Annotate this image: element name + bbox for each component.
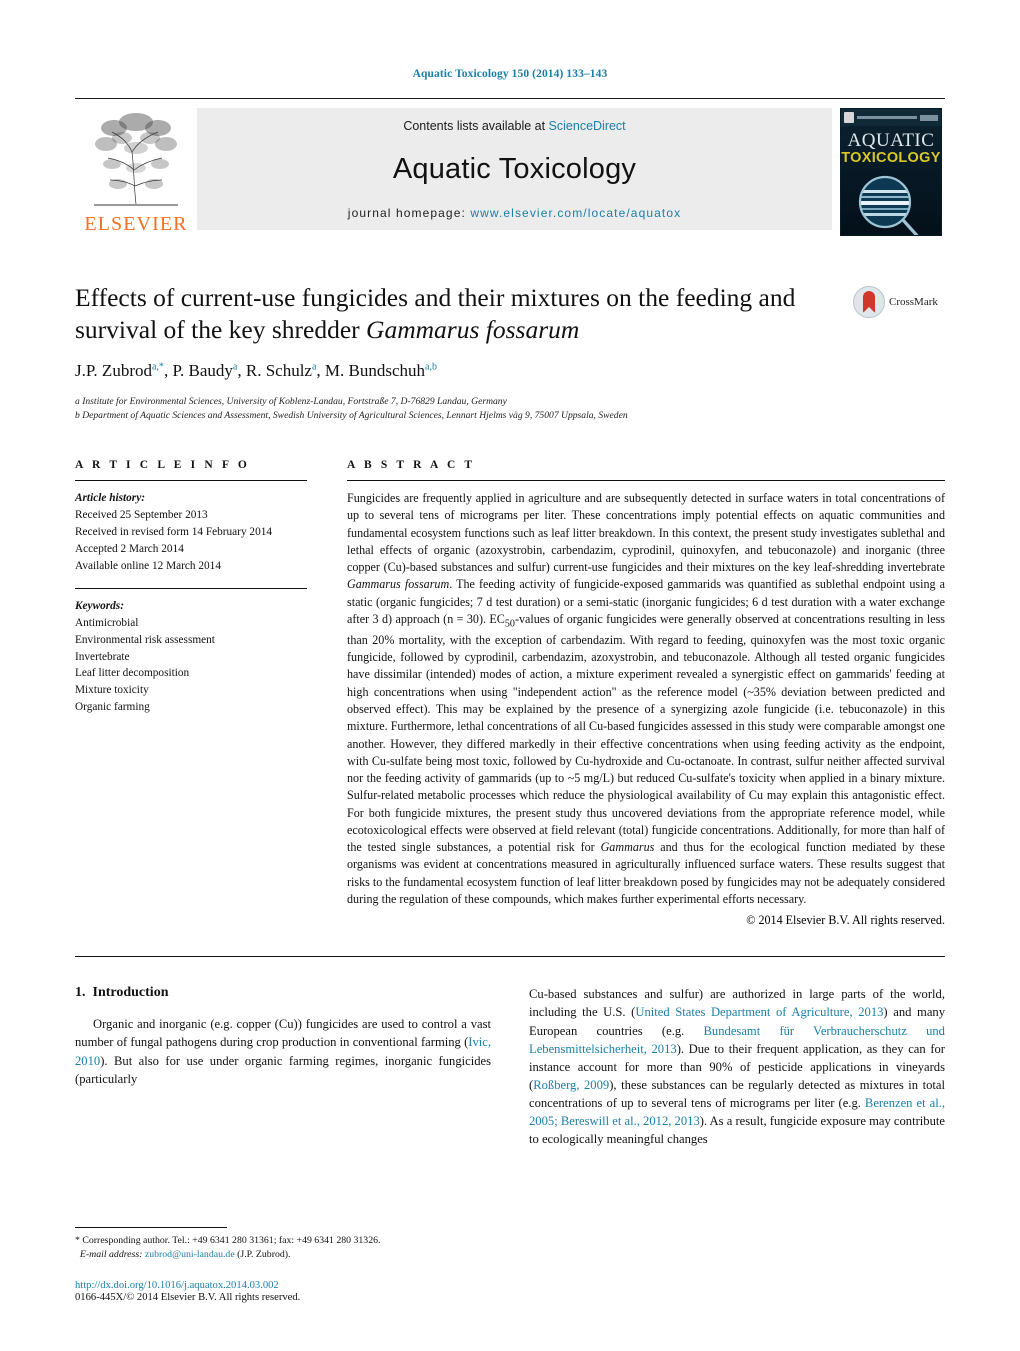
body-left-column: 1. Introduction Organic and inorganic (e…: [75, 985, 491, 1148]
homepage-url-link[interactable]: www.elsevier.com/locate/aquatox: [470, 206, 681, 220]
elsevier-tree-icon: [94, 113, 178, 206]
affiliation-list: a Institute for Environmental Sciences, …: [75, 395, 841, 423]
journal-masthead: ELSEVIER Contents lists available at Sci…: [75, 98, 945, 236]
email-link[interactable]: zubrod@uni-landau.de: [145, 1249, 235, 1260]
corresponding-author-text: Corresponding author. Tel.: +49 6341 280…: [82, 1234, 381, 1246]
footnote-area: * Corresponding author. Tel.: +49 6341 2…: [75, 1226, 485, 1303]
footnote-marker: *: [75, 1234, 80, 1246]
info-abstract-section: A R T I C L E I N F O Article history: R…: [75, 459, 945, 928]
body-right-column: Cu-based substances and sulfur) are auth…: [529, 985, 945, 1148]
journal-homepage-line: journal homepage: www.elsevier.com/locat…: [348, 206, 681, 220]
article-page: Aquatic Toxicology 150 (2014) 133–143 EL…: [0, 0, 1020, 1351]
body-columns: 1. Introduction Organic and inorganic (e…: [75, 985, 945, 1148]
keyword-item: Invertebrate: [75, 650, 130, 663]
elsevier-wordmark: ELSEVIER: [84, 213, 188, 235]
article-info-column: A R T I C L E I N F O Article history: R…: [75, 459, 307, 928]
keyword-item: Leaf litter decomposition: [75, 667, 190, 680]
abstract-column: A B S T R A C T Fungicides are frequentl…: [347, 459, 945, 928]
footnote-divider: [75, 1226, 227, 1228]
affiliation-b: b Department of Aquatic Sciences and Ass…: [75, 410, 628, 422]
abstract-seg-3: -values of organic fungicides were gener…: [347, 612, 945, 855]
cover-title-line1: AQUATIC: [847, 130, 935, 151]
article-history-block: Article history: Received 25 September 2…: [75, 490, 307, 575]
masthead-center: Contents lists available at ScienceDirec…: [197, 108, 832, 230]
article-info-heading: A R T I C L E I N F O: [75, 459, 250, 472]
abstract-text: Fungicides are frequently applied in agr…: [347, 490, 945, 908]
divider: [75, 480, 307, 482]
running-head: Aquatic Toxicology 150 (2014) 133–143: [412, 68, 608, 80]
contents-list-line: Contents lists available at ScienceDirec…: [403, 119, 625, 133]
elsevier-logo: ELSEVIER: [75, 108, 197, 236]
journal-title: Aquatic Toxicology: [392, 153, 637, 185]
cover-elsevier-icon: [844, 112, 854, 123]
affiliation-a: a Institute for Environmental Sciences, …: [75, 396, 507, 408]
history-received: Received 25 September 2013: [75, 508, 208, 521]
title-species: Gammarus fossarum: [366, 314, 580, 344]
section-divider: [75, 956, 945, 958]
citation-link[interactable]: Roßberg, 2009: [533, 1078, 609, 1092]
corresponding-author-note: * Corresponding author. Tel.: +49 6341 2…: [75, 1234, 485, 1263]
intro-paragraph-left: Organic and inorganic (e.g. copper (Cu))…: [75, 1015, 491, 1088]
crossmark-label: CrossMark: [889, 296, 938, 308]
page-title: Effects of current-use fungicides and th…: [75, 282, 841, 345]
crossmark-badge[interactable]: CrossMark: [853, 286, 945, 318]
section-number: 1.: [75, 985, 86, 1001]
email-suffix: (J.P. Zubrod).: [237, 1249, 291, 1261]
journal-cover-thumbnail: AQUATIC TOXICOLOGY: [840, 108, 945, 236]
cover-image: AQUATIC TOXICOLOGY: [840, 108, 942, 236]
abstract-copyright: © 2014 Elsevier B.V. All rights reserved…: [746, 913, 945, 928]
introduction-heading: 1. Introduction: [75, 985, 491, 1001]
divider-2: [75, 587, 307, 589]
divider-3: [347, 480, 945, 482]
intro-text-b: ). But also for use under organic farmin…: [75, 1053, 491, 1086]
cover-title-line2: TOXICOLOGY: [841, 150, 941, 166]
contents-prefix: Contents lists available at: [403, 119, 549, 133]
history-revised: Received in revised form 14 February 201…: [75, 525, 273, 538]
email-label: E-mail address:: [79, 1249, 143, 1261]
keywords-label: Keywords:: [75, 599, 124, 612]
section-name: Introduction: [92, 985, 169, 1001]
article-history-label: Article history:: [75, 492, 145, 505]
keyword-item: Antimicrobial: [75, 616, 139, 629]
history-accepted: Accepted 2 March 2014: [75, 542, 184, 555]
history-online: Available online 12 March 2014: [75, 559, 221, 572]
keywords-block: Keywords: Antimicrobial Environmental ri…: [75, 598, 307, 717]
keyword-item: Mixture toxicity: [75, 684, 149, 697]
title-section: Effects of current-use fungicides and th…: [75, 282, 945, 423]
cover-text-placeholder-2: [920, 114, 938, 121]
sciencedirect-link[interactable]: ScienceDirect: [549, 119, 626, 133]
abstract-species-1: Gammarus fossarum: [347, 577, 450, 592]
abstract-species-2: Gammarus: [600, 840, 655, 855]
doi-link[interactable]: http://dx.doi.org/10.1016/j.aquatox.2014…: [75, 1280, 485, 1291]
cover-header-strip: [841, 109, 941, 126]
intro-paragraph-right: Cu-based substances and sulfur) are auth…: [529, 985, 945, 1148]
crossmark-icon: [853, 286, 885, 318]
citation-link[interactable]: United States Department of Agriculture,…: [635, 1005, 883, 1019]
keyword-item: Organic farming: [75, 701, 150, 714]
keyword-item: Environmental risk assessment: [75, 633, 215, 646]
issn-copyright: 0166-445X/© 2014 Elsevier B.V. All right…: [75, 1292, 301, 1303]
cover-text-placeholder: [857, 116, 917, 119]
author-list: J.P. Zubroda,*, P. Baudya, R. Schulza, M…: [75, 361, 437, 381]
abstract-heading: A B S T R A C T: [347, 459, 476, 472]
abstract-ec50-subscript: 50: [504, 618, 515, 630]
cover-magnifier-icon: [858, 175, 919, 235]
homepage-label: journal homepage:: [347, 206, 466, 220]
intro-text-a: Organic and inorganic (e.g. copper (Cu))…: [75, 1017, 491, 1050]
abstract-seg-1: Fungicides are frequently applied in agr…: [347, 491, 945, 575]
